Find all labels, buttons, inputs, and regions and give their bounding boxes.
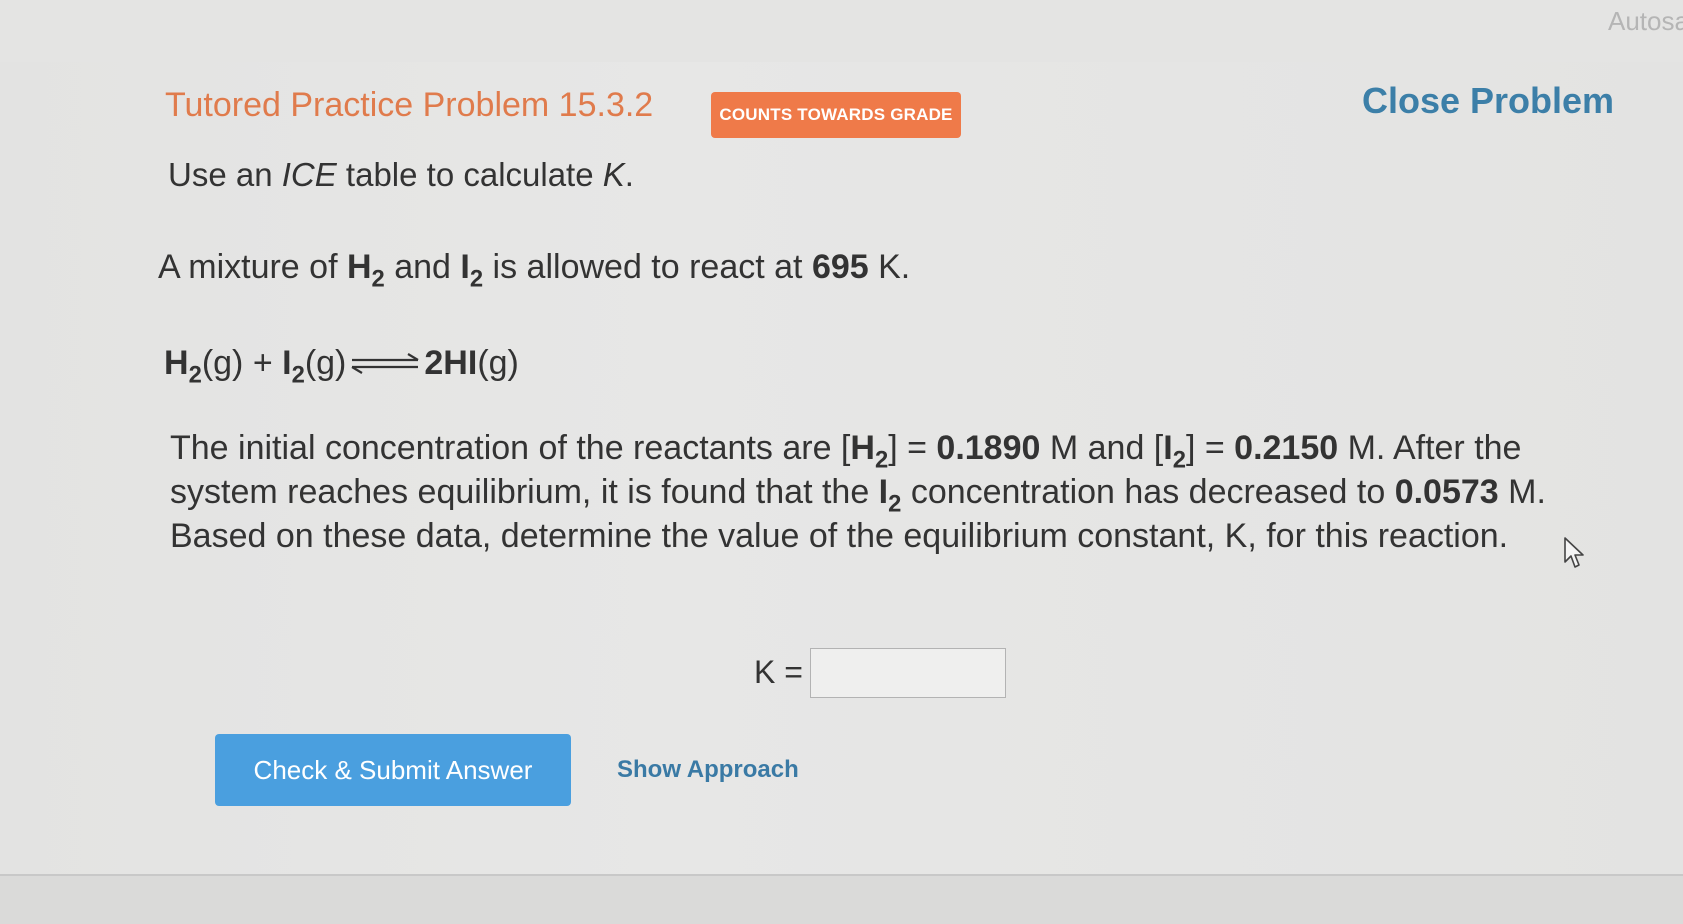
problem-title: Tutored Practice Problem 15.3.2 <box>165 86 654 124</box>
mixture-statement: A mixture of H2 and I2 is allowed to rea… <box>158 248 911 293</box>
bottom-strip <box>0 876 1683 924</box>
equilibrium-arrow-icon <box>351 353 419 374</box>
close-problem-link[interactable]: Close Problem <box>1362 80 1614 122</box>
k-label: K = <box>754 654 803 690</box>
check-submit-answer-button[interactable]: Check & Submit Answer <box>215 734 571 806</box>
counts-towards-grade-badge: COUNTS TOWARDS GRADE <box>711 92 961 138</box>
k-answer-input[interactable] <box>810 648 1006 698</box>
top-bar: Autosa <box>0 0 1683 62</box>
instructions: Use an ICE table to calculate K. <box>168 156 634 193</box>
reaction-equation: H2(g) + I2(g) 2HI(g) <box>164 344 519 389</box>
show-approach-link[interactable]: Show Approach <box>617 756 799 784</box>
mouse-pointer-icon <box>1564 537 1584 568</box>
autosave-label: Autosa <box>1608 6 1683 36</box>
problem-statement: The initial concentration of the reactan… <box>170 429 1546 555</box>
